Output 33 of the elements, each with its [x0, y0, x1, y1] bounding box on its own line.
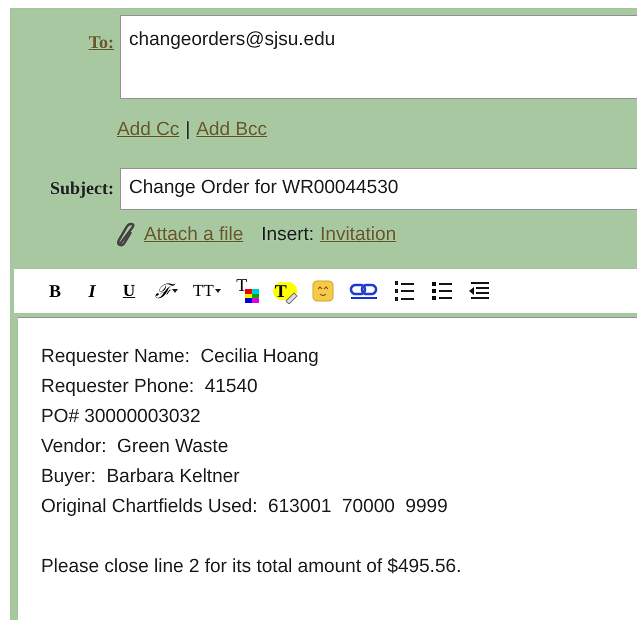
chain-link-icon	[348, 282, 379, 300]
numbered-list-icon	[394, 280, 415, 302]
subject-field[interactable]: Change Order for WR00044530	[120, 168, 637, 210]
font-button[interactable]: ℱ	[151, 276, 182, 306]
outdent-icon	[468, 280, 489, 302]
to-field[interactable]: changeorders@sjsu.edu	[120, 15, 637, 99]
link-separator: |	[185, 118, 190, 142]
body-text-line: Buyer: Barbara Keltner	[41, 465, 241, 489]
color-grid-icon	[244, 289, 259, 303]
invitation-link[interactable]: Invitation	[320, 220, 396, 249]
body-text-line: Please close line 2 for its total amount of $495.56.	[41, 555, 462, 579]
body-text-line: Requester Name: Cecilia Hoang	[41, 345, 320, 369]
caret-icon	[214, 289, 221, 293]
attach-file-link[interactable]: Attach a file	[144, 220, 244, 249]
insert-label: Insert:	[261, 222, 314, 246]
body-text-line: Vendor: Green Waste	[41, 435, 230, 459]
italic-button[interactable]: I	[77, 276, 107, 306]
marker-icon	[284, 290, 299, 304]
add-cc-link[interactable]: Add Cc	[117, 116, 180, 144]
to-link[interactable]: To:	[88, 29, 114, 99]
text-color-button[interactable]: T	[232, 276, 262, 306]
body-text-line: Original Chartfields Used: 613001 70000 9999	[41, 495, 449, 519]
bold-button[interactable]: B	[40, 276, 70, 306]
font-size-button[interactable]: TT	[189, 276, 225, 306]
bullet-list-icon	[432, 280, 452, 302]
add-bcc-link[interactable]: Add Bcc	[196, 116, 268, 144]
underline-button[interactable]: U	[114, 276, 144, 306]
smiley-icon	[312, 280, 334, 302]
highlight-button[interactable]: T	[268, 276, 301, 306]
message-body[interactable]	[18, 317, 637, 620]
body-text-line: PO# 30000003032	[41, 405, 202, 429]
subject-label: Subject:	[50, 177, 114, 200]
body-text-line: Requester Phone: 41540	[41, 375, 259, 399]
